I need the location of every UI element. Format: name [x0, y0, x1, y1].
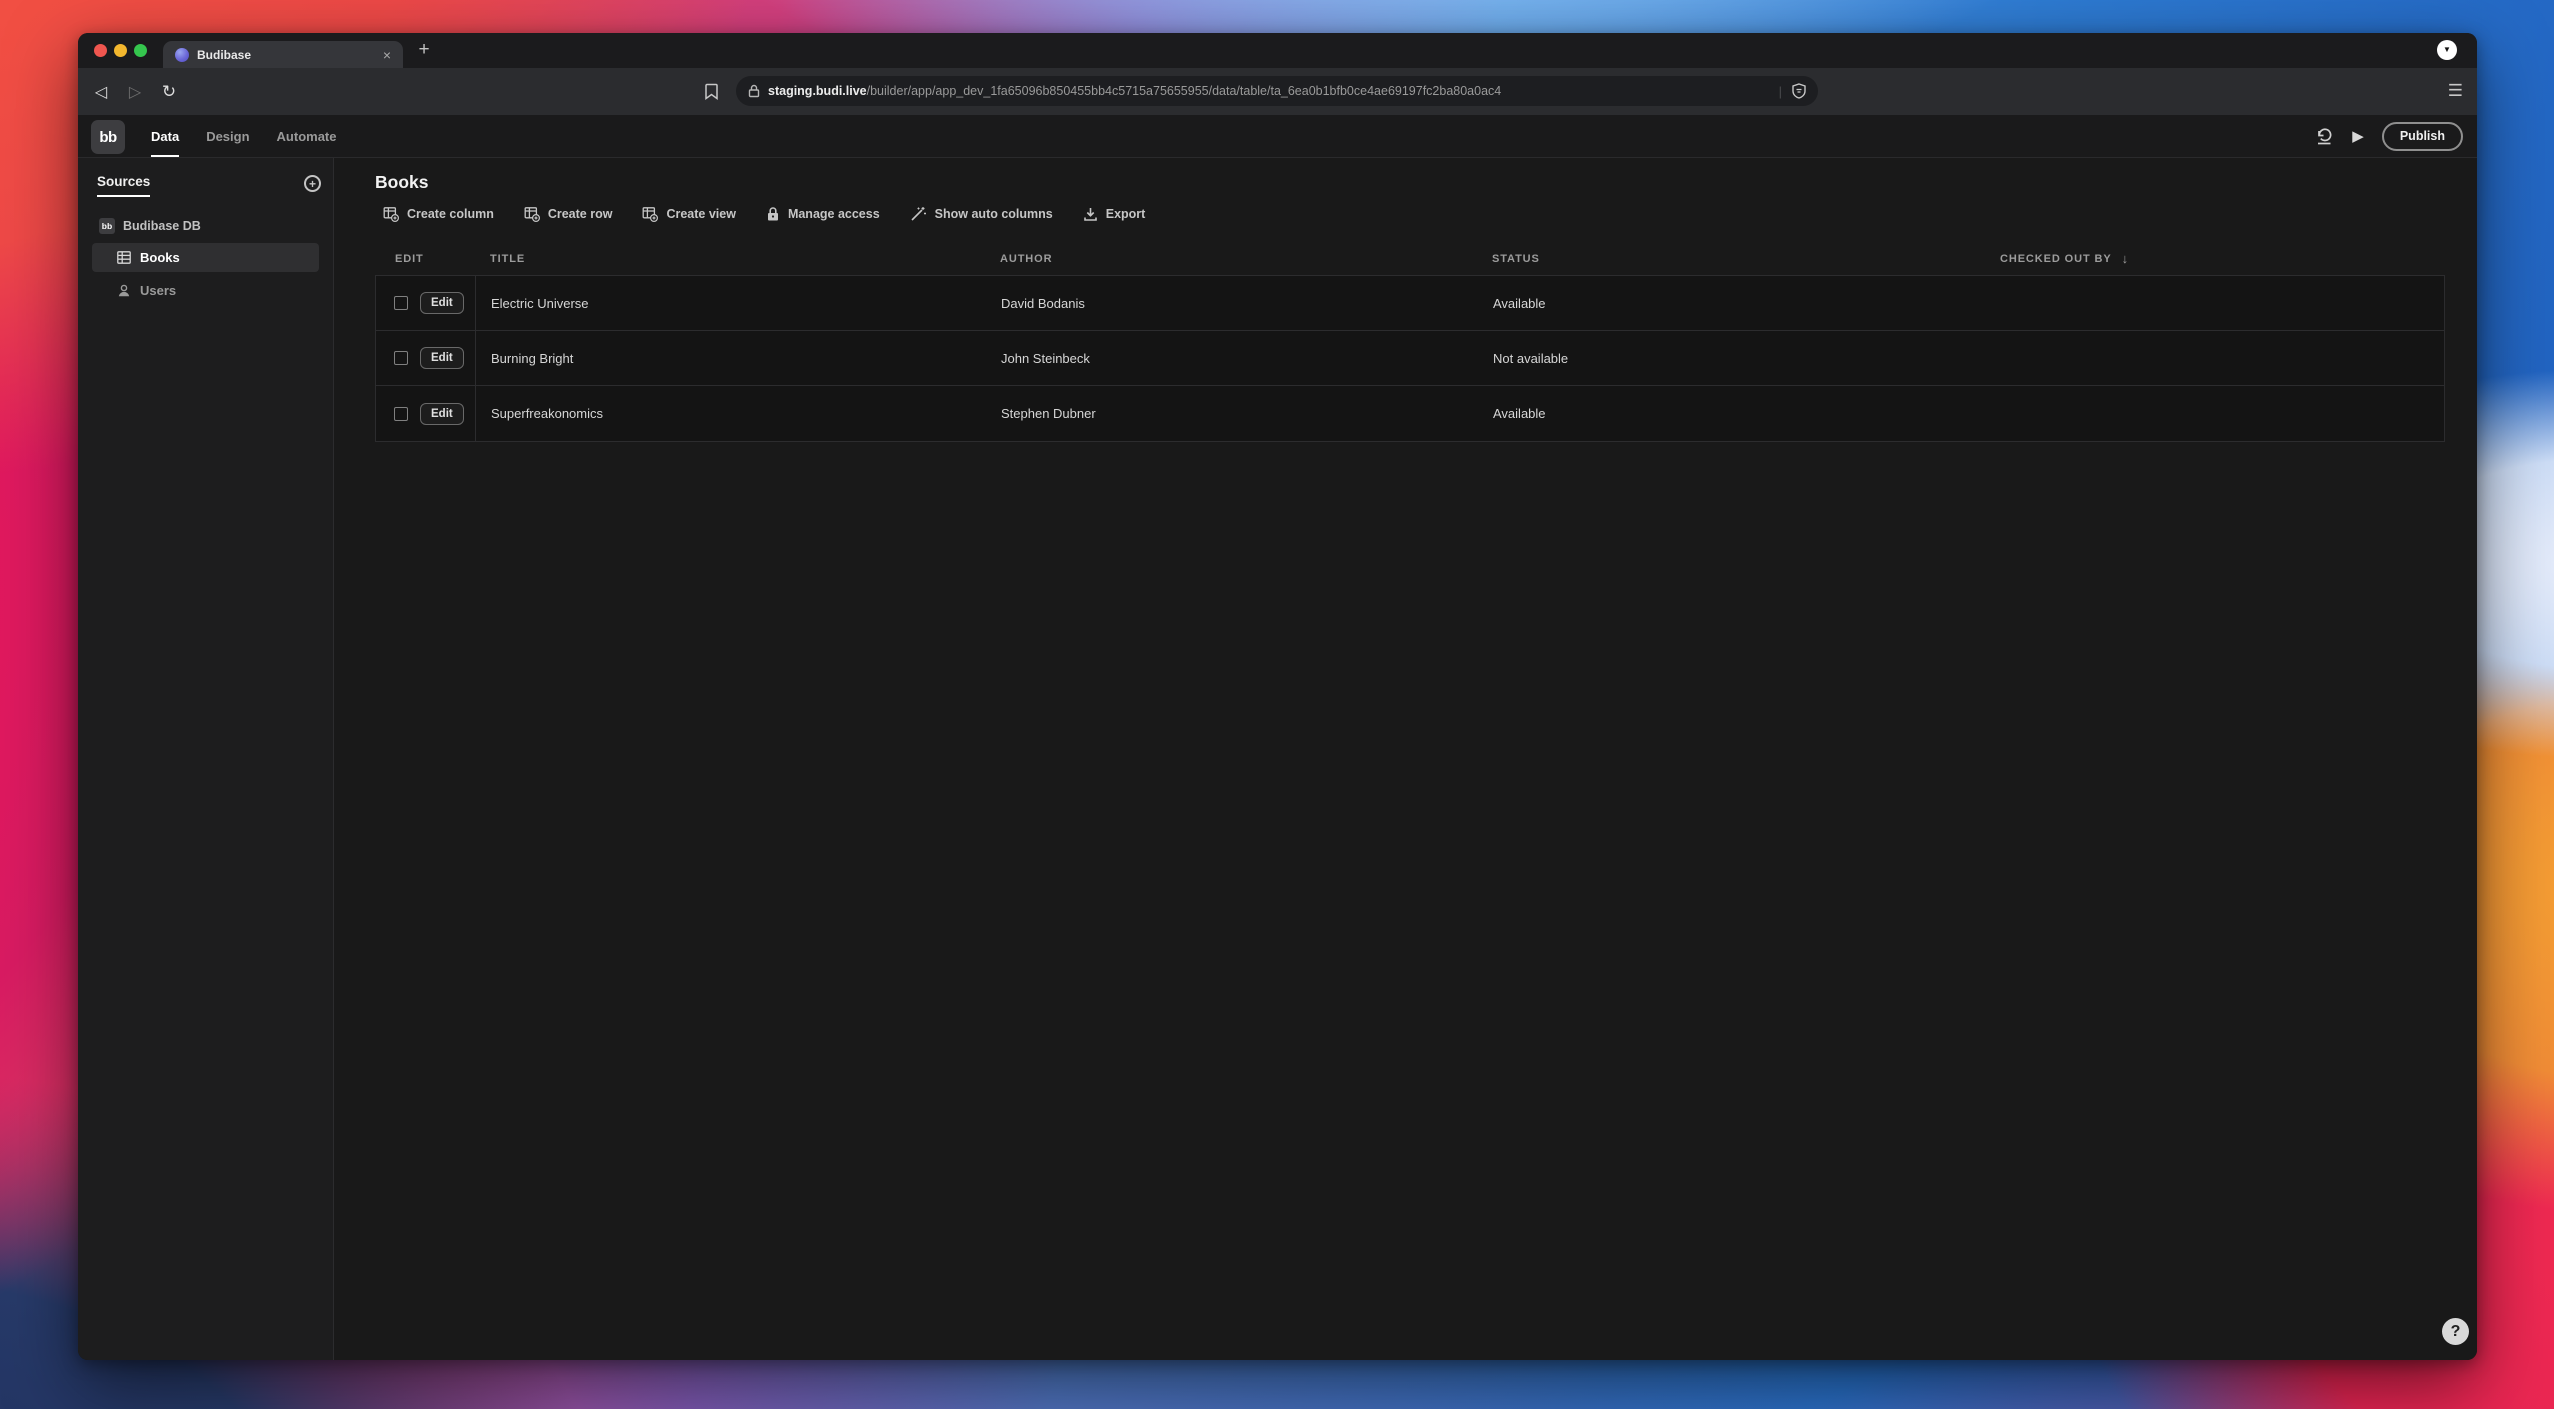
url-path: /builder/app/app_dev_1fa65096b850455bb4c…: [866, 84, 1502, 98]
column-header-author[interactable]: AUTHOR: [985, 253, 1477, 265]
cell-title: Burning Bright: [491, 350, 574, 366]
zoom-window-button[interactable]: [134, 44, 147, 57]
table-actions-toolbar: Create column Create row Create view Man…: [383, 206, 2445, 222]
table-header: EDIT TITLE AUTHOR STATUS CHECKED OUT BY …: [375, 242, 2445, 275]
budibase-favicon-icon: [175, 47, 189, 62]
cell-title: Superfreakonomics: [491, 406, 603, 421]
back-button[interactable]: ◁: [90, 82, 112, 102]
sources-sidebar: Sources + bb Budibase DB Books Users: [78, 158, 334, 1360]
table-add-icon: [643, 207, 659, 222]
undo-icon[interactable]: [2314, 127, 2334, 146]
sources-tree: bb Budibase DB Books Users: [78, 213, 333, 305]
traffic-lights: [94, 44, 147, 57]
edit-row-button[interactable]: Edit: [420, 347, 464, 369]
publish-button[interactable]: Publish: [2381, 121, 2463, 151]
builder-nav-tabs: Data Design Automate: [151, 115, 336, 157]
edit-row-button[interactable]: Edit: [420, 292, 464, 314]
tab-design[interactable]: Design: [206, 115, 249, 157]
tab-search-button[interactable]: ▼: [2437, 40, 2457, 60]
reload-button[interactable]: ↻: [158, 82, 180, 102]
edit-row-button[interactable]: Edit: [420, 402, 464, 425]
lock-icon: [748, 84, 760, 98]
tab-automate[interactable]: Automate: [277, 115, 337, 157]
sidebar-item-label: Budibase DB: [123, 219, 201, 233]
preview-play-icon[interactable]: ▶: [2352, 127, 2364, 145]
new-tab-button[interactable]: +: [412, 37, 436, 63]
browser-tab[interactable]: Budibase ×: [163, 41, 403, 68]
browser-window: Budibase × + ▼ ◁ ▷ ↻ staging.budi.live/b…: [78, 33, 2477, 1360]
row-checkbox[interactable]: [394, 351, 408, 365]
cell-author: Stephen Dubner: [1001, 406, 1096, 421]
forward-button[interactable]: ▷: [124, 82, 146, 102]
budibase-db-icon: bb: [99, 218, 115, 234]
download-icon: [1083, 208, 1097, 221]
column-header-status[interactable]: STATUS: [1477, 253, 1988, 265]
help-button[interactable]: ?: [2442, 1318, 2469, 1345]
sidebar-item-label: Books: [140, 250, 180, 265]
browser-toolbar: ◁ ▷ ↻ staging.budi.live/builder/app/app_…: [78, 68, 2477, 115]
sources-tab[interactable]: Sources: [97, 174, 151, 197]
column-header-edit: EDIT: [395, 252, 424, 265]
table-panel: Books Create column Create row Create vi…: [334, 158, 2477, 1360]
create-column-button[interactable]: Create column: [383, 206, 494, 222]
menu-icon[interactable]: ☰: [2448, 82, 2463, 99]
magic-wand-icon: [911, 207, 926, 221]
table-row: Edit Burning Bright John Steinbeck Not a…: [376, 331, 2444, 386]
row-checkbox[interactable]: [394, 296, 408, 310]
table-row: Edit Superfreakonomics Stephen Dubner Av…: [376, 386, 2444, 441]
create-row-button[interactable]: Create row: [524, 206, 612, 222]
tab-title: Budibase: [197, 47, 252, 62]
browser-tab-strip: Budibase × + ▼: [78, 33, 2477, 68]
add-source-button[interactable]: +: [304, 175, 321, 192]
shield-icon[interactable]: [1792, 83, 1806, 99]
table-add-icon: [524, 207, 540, 222]
export-button[interactable]: Export: [1083, 206, 1145, 222]
close-tab-icon[interactable]: ×: [383, 48, 391, 62]
sort-desc-icon[interactable]: ↓: [2122, 251, 2129, 266]
table-body: Edit Electric Universe David Bodanis Ava…: [375, 275, 2445, 442]
create-view-button[interactable]: Create view: [642, 206, 736, 222]
row-checkbox[interactable]: [394, 406, 408, 421]
minimize-window-button[interactable]: [114, 44, 127, 57]
books-table: EDIT TITLE AUTHOR STATUS CHECKED OUT BY …: [375, 242, 2445, 442]
users-icon: [117, 284, 131, 297]
cell-status: Available: [1493, 406, 1546, 421]
table-grid-icon: [117, 251, 131, 264]
sidebar-item-users[interactable]: Users: [92, 276, 319, 305]
app-header: bb Data Design Automate ▶ Publish: [78, 115, 2477, 158]
cell-author: John Steinbeck: [1001, 350, 1090, 366]
cell-status: Available: [1493, 295, 1546, 311]
budibase-builder-page: bb Data Design Automate ▶ Publish Source…: [78, 115, 2477, 1360]
table-row: Edit Electric Universe David Bodanis Ava…: [376, 276, 2444, 331]
tab-data[interactable]: Data: [151, 115, 180, 157]
url-divider: |: [1778, 83, 1782, 99]
table-add-icon: [383, 207, 399, 222]
url-domain: staging.budi.live: [768, 84, 867, 98]
sidebar-item-budibase-db[interactable]: bb Budibase DB: [78, 213, 333, 239]
cell-title: Electric Universe: [491, 295, 589, 311]
cell-status: Not available: [1493, 350, 1569, 366]
url-bar[interactable]: staging.budi.live/builder/app/app_dev_1f…: [736, 76, 1818, 106]
budibase-logo[interactable]: bb: [91, 120, 125, 154]
chevron-down-icon: ▼: [2443, 45, 2451, 54]
lock-icon: [767, 207, 778, 221]
cell-author: David Bodanis: [1001, 295, 1085, 311]
bookmark-icon[interactable]: [704, 83, 719, 100]
page-title: Books: [375, 172, 429, 192]
url-text: staging.budi.live/builder/app/app_dev_1f…: [768, 84, 1773, 98]
column-header-title[interactable]: TITLE: [475, 253, 985, 265]
column-header-checked-out-by[interactable]: CHECKED OUT BY ↓: [1988, 251, 2445, 266]
manage-access-button[interactable]: Manage access: [766, 206, 880, 222]
sidebar-item-books[interactable]: Books: [92, 243, 319, 272]
close-window-button[interactable]: [94, 44, 107, 57]
sidebar-item-label: Users: [140, 283, 177, 298]
show-auto-columns-button[interactable]: Show auto columns: [910, 206, 1053, 222]
